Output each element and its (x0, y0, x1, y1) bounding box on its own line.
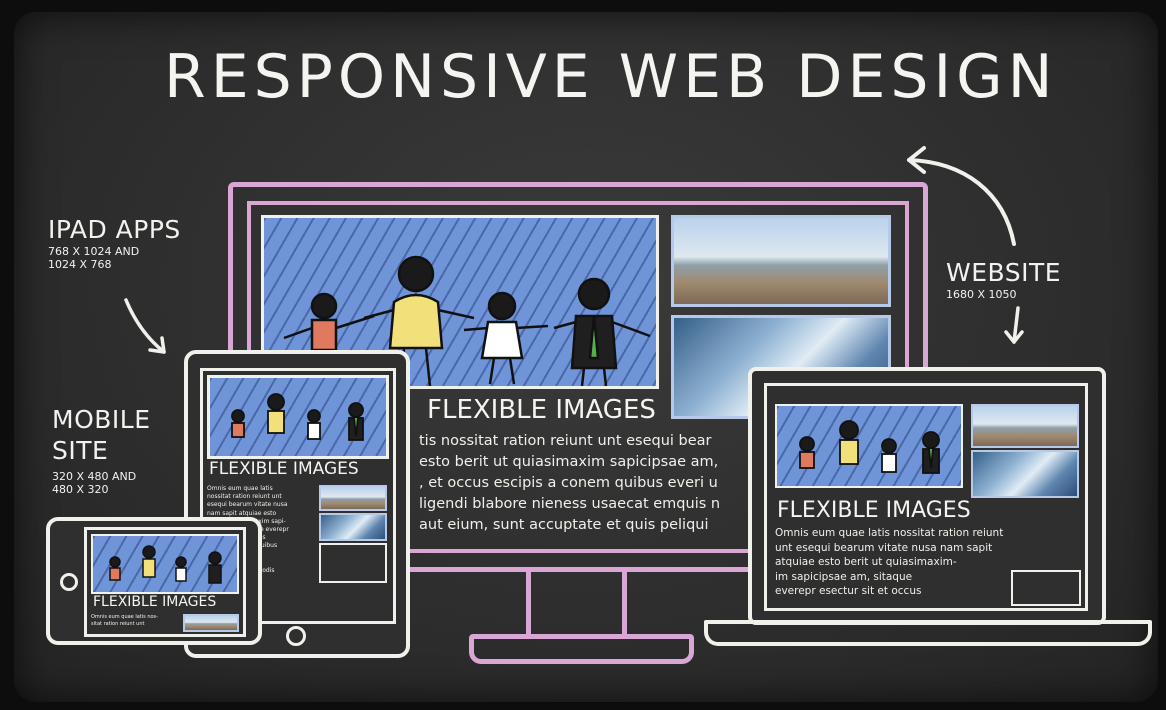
phone-device: FLEXIBLE IMAGES Omnis eum quae latis nos… (46, 517, 262, 645)
phone-line: sitat ration reiunt unt (91, 621, 145, 627)
laptop-device: FLEXIBLE IMAGES Omnis eum quae latis nos… (748, 367, 1106, 625)
monitor-stand-base (469, 634, 694, 664)
phone-hero-image (91, 534, 239, 594)
monitor-line: tis nossitat ration reiunt unt esequi be… (419, 433, 712, 449)
monitor-line: ligendi blabore nieness usaecat emquis n (419, 496, 721, 512)
laptop-paragraph: Omnis eum quae latis nossitat ration rei… (775, 526, 1003, 599)
laptop-hero-image (775, 404, 963, 488)
monitor-stand-left (526, 567, 531, 637)
monitor-line: aut eium, sunt accuptate et quis peliqui (419, 517, 709, 533)
laptop-line: unt esequi bearum vitate nusa nam sapit (775, 541, 993, 554)
laptop-children-illustration (799, 420, 940, 474)
phone-screen: FLEXIBLE IMAGES Omnis eum quae latis nos… (84, 527, 246, 637)
laptop-line: everepr esectur sit et occus (775, 585, 922, 597)
monitor-paragraph: tis nossitat ration reiunt unt esequi be… (419, 431, 720, 536)
laptop-base (704, 620, 1152, 646)
phone-photo (183, 614, 239, 632)
laptop-line: atquiae esto berit ut quiasimaxim- (775, 556, 957, 568)
phone-heading: FLEXIBLE IMAGES (93, 594, 217, 610)
tablet-heading: FLEXIBLE IMAGES (209, 459, 359, 479)
phone-line: Omnis eum quae latis nos- (91, 614, 158, 620)
tablet-line: Omnis eum quae latis (207, 485, 273, 492)
tablet-photo-1 (319, 485, 387, 511)
laptop-screen: FLEXIBLE IMAGES Omnis eum quae latis nos… (764, 383, 1088, 611)
tablet-home-button-icon (286, 626, 306, 646)
laptop-thumb-kids (1011, 570, 1081, 606)
arrow-diagonal-icon (124, 298, 166, 354)
phone-home-button-icon (60, 573, 78, 591)
tablet-line: esequi bearum vitate nusa (207, 501, 288, 509)
monitor-line: , et occus escipis a conem quibus everi … (419, 475, 718, 491)
laptop-heading: FLEXIBLE IMAGES (777, 498, 971, 523)
monitor-line: esto berit ut quiasimaxim sapicipsae am, (419, 454, 719, 470)
laptop-photo-2 (971, 450, 1079, 498)
laptop-line: Omnis eum quae latis nossitat ration rei… (775, 527, 1004, 539)
laptop-line: im sapicipsae am, sitaque (775, 570, 913, 583)
phone-children-illustration (109, 545, 222, 584)
laptop-photo-1 (971, 404, 1079, 448)
monitor-stand-right (622, 567, 627, 637)
chalkboard: RESPONSIVE WEB DESIGN IPAD APPS 768 X 10… (14, 12, 1158, 702)
tablet-line: nossitat ration reiunt unt (207, 493, 282, 501)
phone-paragraph: Omnis eum quae latis nos- sitat ration r… (91, 614, 158, 628)
tablet-thumb-kids (319, 543, 387, 583)
arrow-down-icon (1004, 306, 1024, 344)
photo-container-desert (671, 215, 891, 307)
tablet-photo-2 (319, 513, 387, 541)
monitor-heading: FLEXIBLE IMAGES (427, 395, 656, 425)
tablet-hero-image (207, 375, 389, 459)
tablet-children-illustration (231, 393, 364, 441)
